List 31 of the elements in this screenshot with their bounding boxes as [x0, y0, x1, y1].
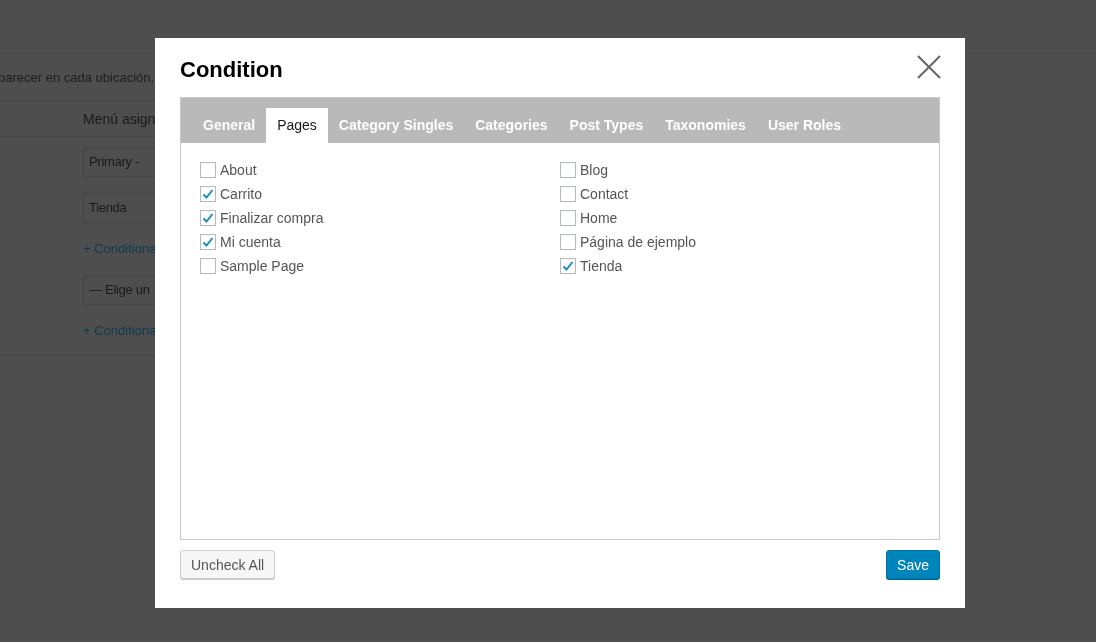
checkbox-label: Página de ejemplo	[580, 234, 696, 250]
tab[interactable]: Category Singles	[327, 108, 465, 143]
tab[interactable]: Post Types	[558, 108, 655, 143]
checkbox-label: Tienda	[580, 258, 623, 274]
checkbox[interactable]	[560, 234, 576, 250]
checkbox-label: Home	[580, 210, 618, 226]
checkbox-label: Contact	[580, 186, 629, 202]
tab[interactable]: Pages	[266, 108, 328, 143]
checkbox-label: Finalizar compra	[220, 210, 324, 226]
tab[interactable]: General	[192, 108, 267, 143]
checkbox[interactable]	[560, 186, 576, 202]
checkbox-label: About	[220, 162, 257, 178]
checkbox-label: Carrito	[220, 186, 262, 202]
dialog-title: Condition	[180, 57, 283, 83]
checkbox[interactable]	[200, 186, 216, 202]
save-button[interactable]: Save	[886, 550, 940, 579]
checkbox[interactable]	[200, 210, 216, 226]
checkbox[interactable]	[200, 258, 216, 274]
checkbox[interactable]	[200, 234, 216, 250]
checkbox-label: Blog	[580, 162, 609, 178]
tab[interactable]: Taxonomies	[654, 108, 757, 143]
uncheck-all-button[interactable]: Uncheck All	[180, 550, 276, 579]
checkbox[interactable]	[560, 162, 576, 178]
checkbox-label: Mi cuenta	[220, 234, 281, 250]
checkbox[interactable]	[560, 258, 576, 274]
tab[interactable]: User Roles	[756, 108, 853, 143]
checkbox[interactable]	[200, 162, 216, 178]
checkbox[interactable]	[560, 210, 576, 226]
checkbox-label: Sample Page	[220, 258, 305, 274]
tab[interactable]: Categories	[464, 108, 559, 143]
close-icon[interactable]	[917, 55, 941, 79]
